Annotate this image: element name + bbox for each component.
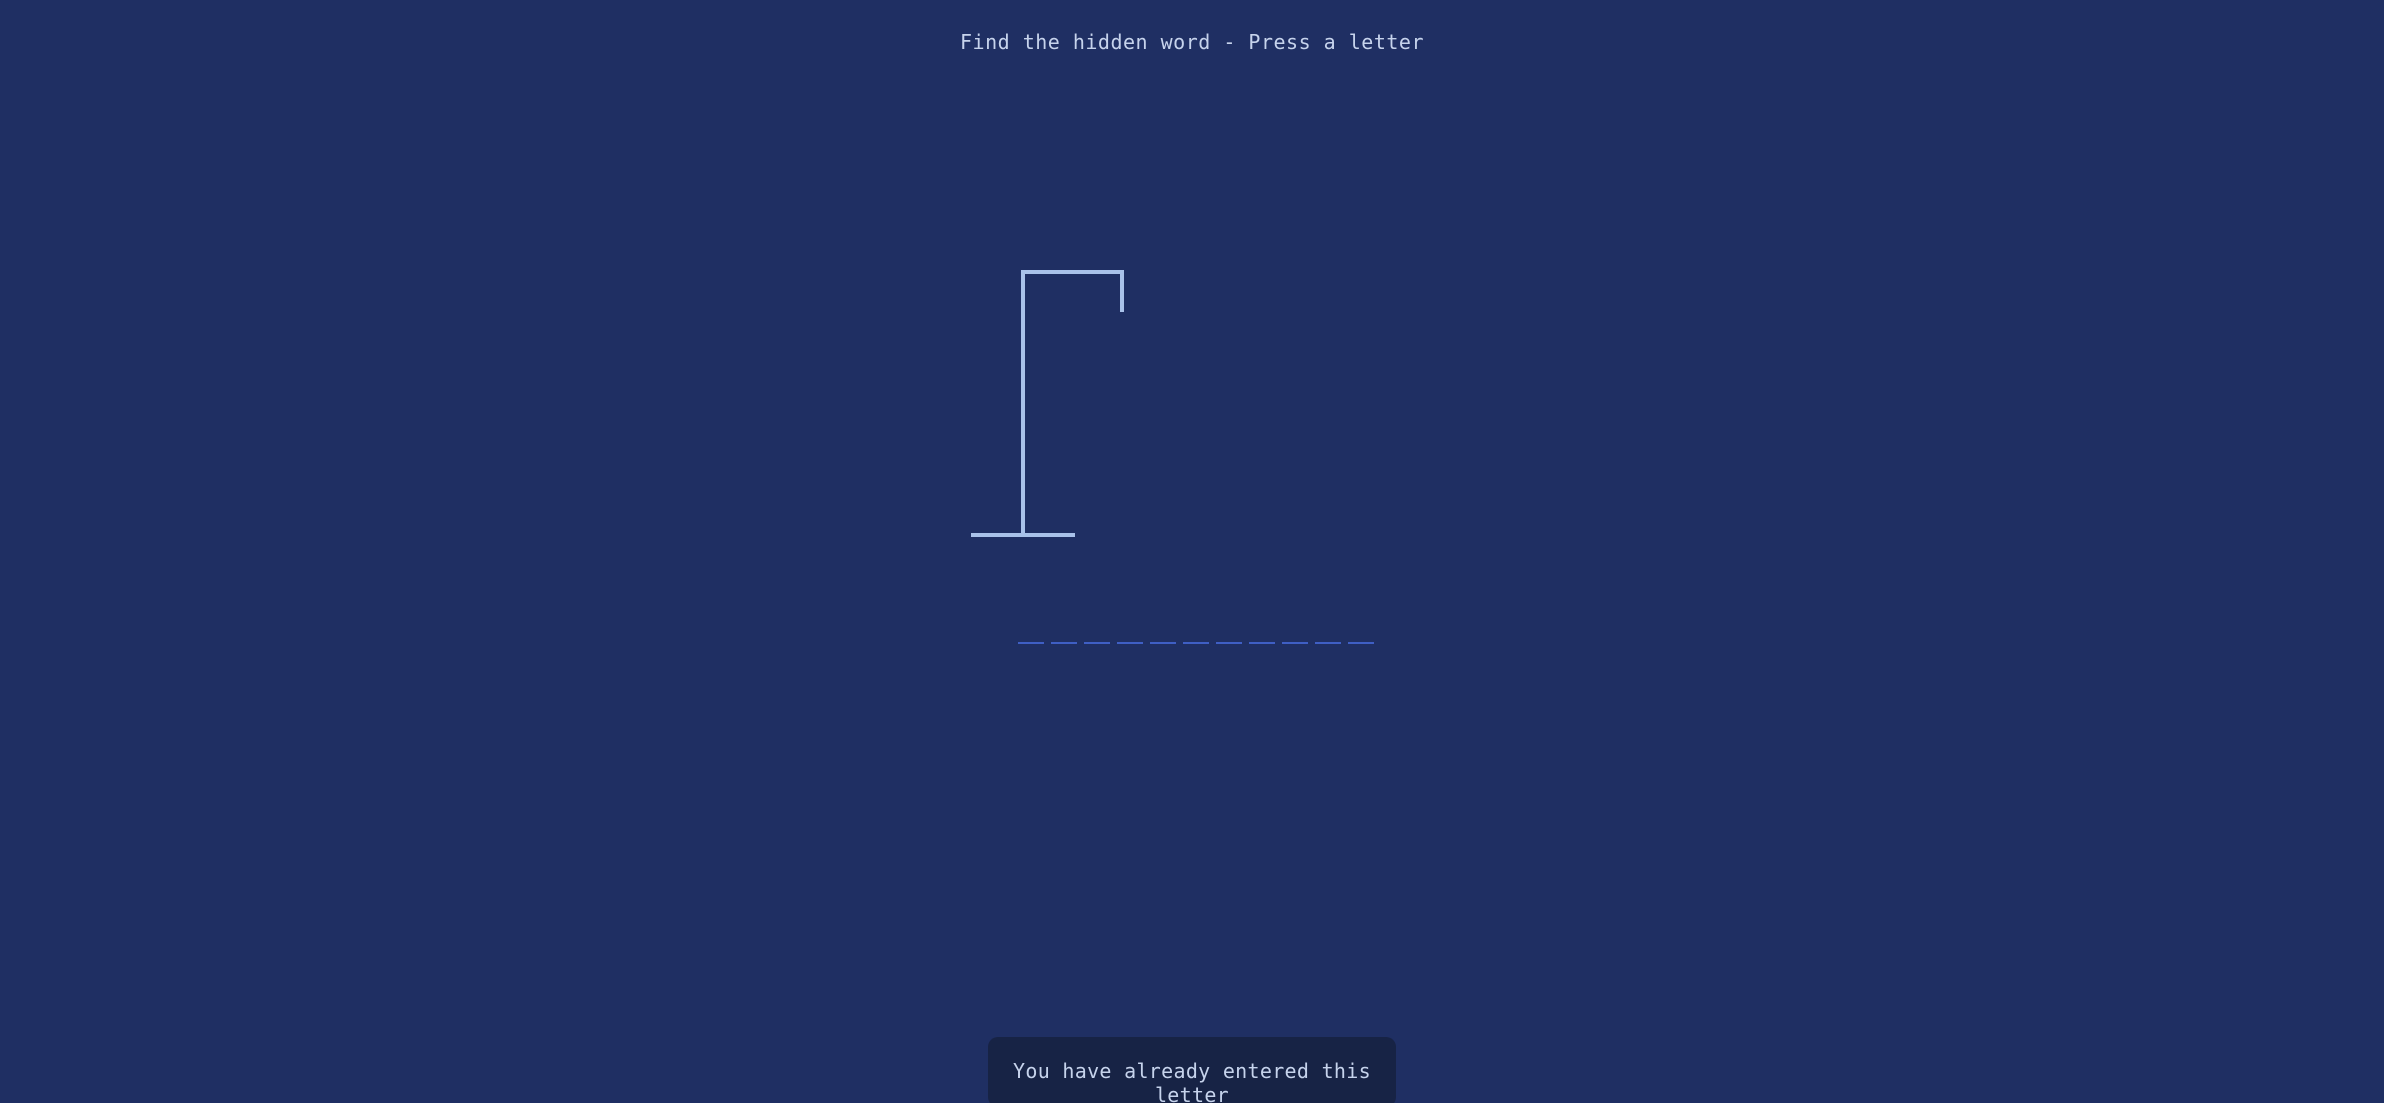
letter-slot: [1348, 632, 1374, 644]
letter-slot: [1183, 632, 1209, 644]
letter-slot: [1051, 632, 1077, 644]
notification-toast: You have already entered this letter: [988, 1037, 1396, 1103]
game-screen: Find the hidden word - Press a letter Yo…: [0, 0, 2384, 1103]
letter-slot: [1018, 632, 1044, 644]
instruction-text: Find the hidden word - Press a letter: [959, 30, 1425, 54]
letter-slot: [1117, 632, 1143, 644]
hangman-drawing: [960, 262, 1140, 542]
letter-slot: [1150, 632, 1176, 644]
letter-slot: [1315, 632, 1341, 644]
gallows-drawing: [971, 270, 1124, 537]
notification-message: You have already entered this letter: [1013, 1059, 1371, 1103]
letter-slot: [1084, 632, 1110, 644]
hidden-word: [0, 632, 2384, 644]
letter-slot: [1282, 632, 1308, 644]
letter-slot: [1249, 632, 1275, 644]
letter-slot: [1216, 632, 1242, 644]
